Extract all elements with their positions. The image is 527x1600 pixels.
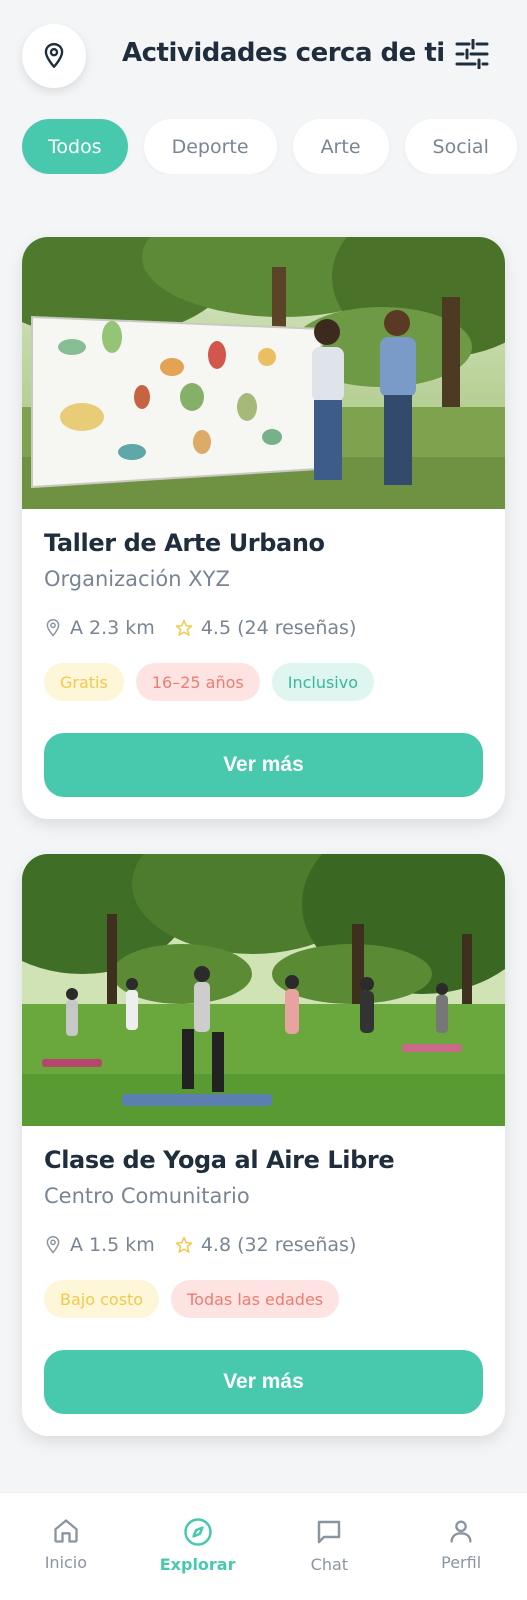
category-filter-bar: Todos Deporte Arte Social xyxy=(22,119,527,174)
user-icon xyxy=(450,1520,472,1543)
activity-organizer: Organización XYZ xyxy=(44,567,230,591)
filter-chip-deporte[interactable]: Deporte xyxy=(143,119,277,174)
filter-chip-arte[interactable]: Arte xyxy=(292,119,389,174)
page-title: Actividades cerca de ti xyxy=(122,38,445,68)
home-icon xyxy=(54,1519,78,1543)
activity-photo xyxy=(22,854,505,1126)
activity-distance: A 1.5 km xyxy=(70,1234,155,1256)
map-pin-icon xyxy=(44,42,64,68)
activity-meta: A 2.3 km 4.5 (24 reseñas) xyxy=(44,617,483,639)
nav-item-perfil[interactable]: Perfil xyxy=(395,1493,527,1600)
nav-item-inicio[interactable]: Inicio xyxy=(0,1493,132,1600)
location-button[interactable] xyxy=(22,24,86,88)
activity-photo xyxy=(22,237,505,509)
nav-label: Perfil xyxy=(441,1553,482,1572)
star-icon xyxy=(175,1236,193,1253)
filter-chip-todos[interactable]: Todos xyxy=(22,119,128,174)
tag-age: Todas las edades xyxy=(171,1280,340,1318)
nav-item-chat[interactable]: Chat xyxy=(264,1493,396,1600)
tag-price: Bajo costo xyxy=(44,1280,160,1318)
star-icon xyxy=(175,619,193,636)
nav-label: Inicio xyxy=(44,1553,88,1572)
tag-age: 16–25 años xyxy=(135,663,260,701)
activity-title: Taller de Arte Urbano xyxy=(44,529,325,557)
activity-meta: A 1.5 km 4.8 (32 reseñas) xyxy=(44,1234,483,1256)
tag-inclusive: Inclusivo xyxy=(271,663,374,701)
activity-distance: A 2.3 km xyxy=(70,617,155,639)
activity-rating: 4.5 (24 reseñas) xyxy=(200,617,357,639)
view-more-button[interactable]: Ver más xyxy=(44,733,483,797)
header: Actividades cerca de ti xyxy=(0,0,527,110)
activity-card[interactable]: Taller de Arte Urbano Organización XYZ A… xyxy=(22,237,505,819)
sliders-icon xyxy=(455,39,489,69)
tag-price: Gratis xyxy=(44,663,124,701)
view-more-button[interactable]: Ver más xyxy=(44,1350,483,1414)
filter-button[interactable] xyxy=(452,34,492,74)
map-pin-icon xyxy=(46,618,60,637)
filter-chip-social[interactable]: Social xyxy=(404,119,517,174)
map-pin-icon xyxy=(46,1235,60,1254)
nav-label: Explorar xyxy=(159,1555,236,1574)
activity-rating: 4.8 (32 reseñas) xyxy=(200,1234,357,1256)
activity-tags: Gratis 16–25 años Inclusivo xyxy=(44,663,483,701)
activity-organizer: Centro Comunitario xyxy=(44,1184,250,1208)
activity-tags: Bajo costo Todas las edades xyxy=(44,1280,483,1318)
bottom-navigation: Inicio Explorar Chat Perfil xyxy=(0,1492,527,1600)
compass-icon xyxy=(183,1518,212,1546)
nav-label: Chat xyxy=(310,1555,349,1574)
nav-item-explorar[interactable]: Explorar xyxy=(132,1493,264,1600)
activity-card[interactable]: Clase de Yoga al Aire Libre Centro Comun… xyxy=(22,854,505,1436)
chat-icon xyxy=(318,1520,341,1544)
activity-title: Clase de Yoga al Aire Libre xyxy=(44,1146,395,1174)
